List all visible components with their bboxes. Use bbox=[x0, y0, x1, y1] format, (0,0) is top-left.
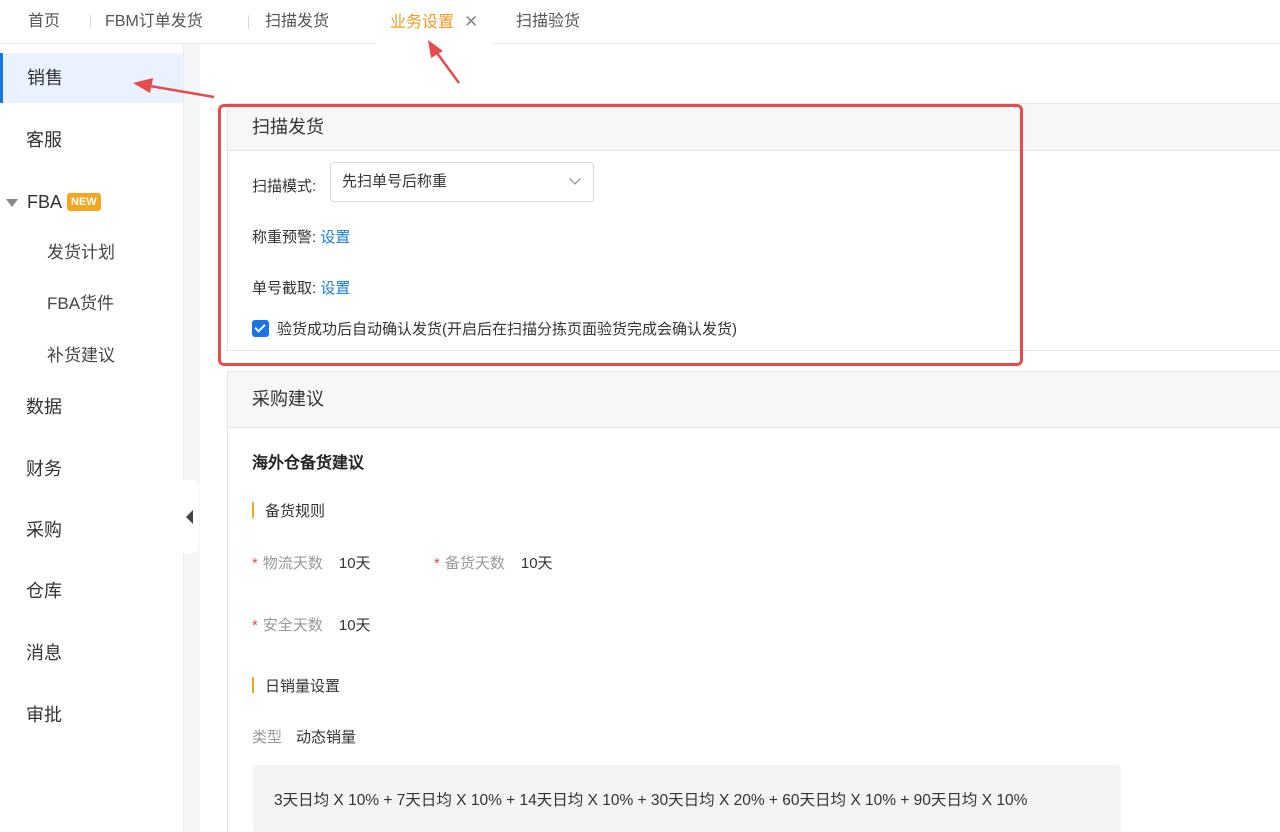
safety-days-field: * 安全天数 10天 bbox=[252, 614, 371, 635]
sidebar-item-label: 审批 bbox=[26, 705, 62, 725]
sales-formula: 3天日均 X 10% + 7天日均 X 10% + 14天日均 X 10% + … bbox=[253, 765, 1121, 832]
sidebar-item-label: 数据 bbox=[26, 397, 62, 417]
purchase-suggestion-card: 采购建议 海外仓备货建议 备货规则 * 物流天数 10天 * 备货天数 10天 * 安全天… bbox=[227, 371, 1280, 832]
chevron-left-icon bbox=[186, 510, 193, 524]
tab-label: 业务设置 bbox=[390, 14, 455, 31]
sidebar-item-sales[interactable]: 销售 bbox=[0, 53, 183, 103]
tab-label: 扫描验货 bbox=[516, 13, 581, 30]
sales-type-row: 类型 动态销量 bbox=[252, 726, 356, 747]
sidebar-item-label: 消息 bbox=[26, 643, 62, 663]
sidebar-item-label: 财务 bbox=[26, 459, 62, 479]
sidebar-item-label: 仓库 bbox=[26, 581, 62, 601]
sidebar-item-fba-shipment[interactable]: FBA货件 bbox=[0, 284, 183, 324]
logistics-days-field: * 物流天数 10天 bbox=[252, 552, 371, 573]
tab-label: 首页 bbox=[28, 13, 61, 30]
sidebar-item-finance[interactable]: 财务 bbox=[0, 444, 183, 494]
sidebar-item-restock-suggestion[interactable]: 补货建议 bbox=[0, 336, 183, 376]
restock-rule-title: 备货规则 bbox=[252, 500, 325, 521]
sidebar-item-label: FBA货件 bbox=[47, 294, 115, 313]
stock-days-field: * 备货天数 10天 bbox=[434, 552, 553, 573]
tab-fbm-order-shipping[interactable]: FBM订单发货 bbox=[90, 0, 203, 44]
field-label: 物流天数 bbox=[262, 555, 323, 572]
sidebar-collapse-handle[interactable] bbox=[183, 480, 199, 554]
type-value: 动态销量 bbox=[296, 729, 357, 746]
type-label: 类型 bbox=[252, 729, 283, 746]
required-mark: * bbox=[252, 617, 258, 634]
daily-sales-title: 日销量设置 bbox=[252, 675, 340, 696]
field-value: 10天 bbox=[338, 617, 371, 634]
tab-home[interactable]: 首页 bbox=[28, 0, 60, 44]
tab-label: FBM订单发货 bbox=[105, 13, 203, 30]
sidebar-item-label: 客服 bbox=[26, 130, 62, 150]
tab-bar: 首页 FBM订单发货 扫描发货 业务设置 ✕ 扫描验货 bbox=[0, 0, 1280, 45]
sidebar-item-label: 发货计划 bbox=[47, 243, 115, 262]
sidebar-item-approval[interactable]: 审批 bbox=[0, 690, 183, 740]
sidebar: 销售 客服 FBA NEW 发货计划 FBA货件 补货建议 数据 财务 采购 仓… bbox=[0, 44, 184, 832]
sidebar-item-shipping-plan[interactable]: 发货计划 bbox=[0, 233, 183, 273]
tab-scan-shipping[interactable]: 扫描发货 bbox=[248, 0, 329, 44]
annotation-highlight-box bbox=[218, 104, 1023, 366]
sidebar-item-label: 销售 bbox=[27, 68, 63, 88]
sidebar-item-purchase[interactable]: 采购 bbox=[0, 505, 183, 555]
tab-label: 扫描发货 bbox=[265, 13, 330, 30]
sidebar-item-customer-service[interactable]: 客服 bbox=[0, 115, 183, 165]
sidebar-item-messages[interactable]: 消息 bbox=[0, 628, 183, 678]
new-badge: NEW bbox=[67, 193, 101, 211]
caret-down-icon bbox=[6, 199, 18, 207]
overseas-restock-title: 海外仓备货建议 bbox=[252, 455, 365, 472]
sidebar-item-label: 补货建议 bbox=[47, 346, 115, 365]
tab-separator bbox=[248, 15, 249, 29]
sidebar-item-label: 采购 bbox=[26, 520, 62, 540]
field-label: 备货天数 bbox=[444, 555, 505, 572]
field-label: 安全天数 bbox=[262, 617, 323, 634]
section-title: 采购建议 bbox=[228, 372, 1280, 428]
required-mark: * bbox=[434, 555, 440, 572]
field-value: 10天 bbox=[520, 555, 553, 572]
tab-separator bbox=[90, 15, 91, 29]
sidebar-item-warehouse[interactable]: 仓库 bbox=[0, 566, 183, 616]
tab-scan-inspection[interactable]: 扫描验货 bbox=[516, 0, 580, 44]
sidebar-item-fba[interactable]: FBA NEW bbox=[0, 180, 183, 224]
sidebar-item-data[interactable]: 数据 bbox=[0, 382, 183, 432]
required-mark: * bbox=[252, 555, 258, 572]
close-icon[interactable]: ✕ bbox=[464, 12, 478, 31]
sidebar-item-label: FBA bbox=[27, 192, 63, 212]
field-value: 10天 bbox=[338, 555, 371, 572]
tab-business-settings[interactable]: 业务设置 ✕ bbox=[376, 0, 493, 45]
